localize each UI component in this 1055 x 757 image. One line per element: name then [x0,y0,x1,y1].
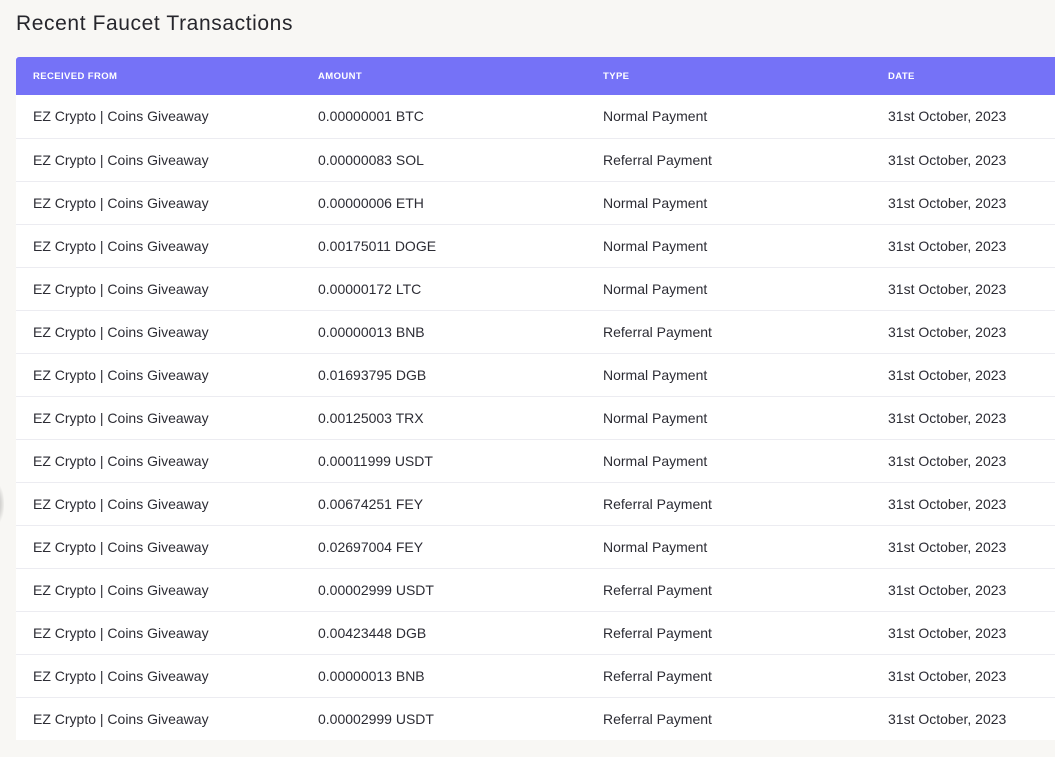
cell-amount: 0.00000013 BNB [318,667,425,684]
cell-type: Normal Payment [603,452,708,469]
cell-date: 31st October, 2023 [888,366,1007,383]
cell-amount: 0.00011999 USDT [318,452,433,469]
cell-received-from: EZ Crypto | Coins Giveaway [33,237,209,254]
cell-date: 31st October, 2023 [888,323,1007,340]
cell-type: Normal Payment [603,409,708,426]
cell-amount: 0.00000001 BTC [318,108,424,125]
cell-received-from: EZ Crypto | Coins Giveaway [33,667,209,684]
cell-date: 31st October, 2023 [888,495,1007,512]
column-header-date: DATE [888,70,915,82]
cell-received-from: EZ Crypto | Coins Giveaway [33,108,209,125]
cell-type: Referral Payment [603,581,712,598]
cell-type: Referral Payment [603,624,712,641]
table-row: EZ Crypto | Coins Giveaway 0.00002999 USD… [16,697,1055,740]
cell-received-from: EZ Crypto | Coins Giveaway [33,280,209,297]
cell-amount: 0.00002999 USDT [318,581,434,598]
table-row: EZ Crypto | Coins Giveaway 0.00000013 BNB… [16,654,1055,697]
table-row: EZ Crypto | Coins Giveaway 0.00002999 USD… [16,568,1055,611]
column-header-amount: AMOUNT [318,70,363,82]
cell-amount: 0.00125003 TRX [318,409,424,426]
cell-date: 31st October, 2023 [888,710,1007,727]
cell-received-from: EZ Crypto | Coins Giveaway [33,538,209,555]
table-row: EZ Crypto | Coins Giveaway 0.00000006 ETH… [16,181,1055,224]
cell-date: 31st October, 2023 [888,538,1007,555]
page-title: Recent Faucet Transactions [16,12,294,35]
cell-type: Referral Payment [603,710,712,727]
table-row: EZ Crypto | Coins Giveaway 0.00175011 DOG… [16,224,1055,267]
cell-date: 31st October, 2023 [888,452,1007,469]
table-row: EZ Crypto | Coins Giveaway 0.00000001 BTC… [16,95,1055,138]
table-row: EZ Crypto | Coins Giveaway 0.00000083 SOL… [16,138,1055,181]
cell-date: 31st October, 2023 [888,280,1007,297]
cell-date: 31st October, 2023 [888,108,1007,125]
cell-amount: 0.00000013 BNB [318,323,425,340]
table-row: EZ Crypto | Coins Giveaway 0.00423448 DGB… [16,611,1055,654]
table-header-row: RECEIVED FROM AMOUNT TYPE DATE [16,57,1055,95]
table-row: EZ Crypto | Coins Giveaway 0.00000172 LTC… [16,267,1055,310]
cell-type: Referral Payment [603,495,712,512]
cell-amount: 0.00002999 USDT [318,710,434,727]
cell-date: 31st October, 2023 [888,581,1007,598]
transactions-table-card: RECEIVED FROM AMOUNT TYPE DATE EZ Crypto… [16,57,1055,740]
cell-received-from: EZ Crypto | Coins Giveaway [33,151,209,168]
cell-type: Referral Payment [603,151,712,168]
cell-amount: 0.01693795 DGB [318,366,427,383]
cell-date: 31st October, 2023 [888,409,1007,426]
cell-amount: 0.00423448 DGB [318,624,427,641]
cell-received-from: EZ Crypto | Coins Giveaway [33,452,209,469]
cell-date: 31st October, 2023 [888,237,1007,254]
cell-received-from: EZ Crypto | Coins Giveaway [33,710,209,727]
cell-received-from: EZ Crypto | Coins Giveaway [33,624,209,641]
cell-type: Referral Payment [603,667,712,684]
cell-received-from: EZ Crypto | Coins Giveaway [33,581,209,598]
cell-type: Referral Payment [603,323,712,340]
table-row: EZ Crypto | Coins Giveaway 0.00125003 TRX… [16,396,1055,439]
table-row: EZ Crypto | Coins Giveaway 0.00674251 FEY… [16,482,1055,525]
cell-amount: 0.02697004 FEY [318,538,424,555]
cell-received-from: EZ Crypto | Coins Giveaway [33,366,209,383]
cell-date: 31st October, 2023 [888,194,1007,211]
cell-date: 31st October, 2023 [888,624,1007,641]
table-row: EZ Crypto | Coins Giveaway 0.02697004 FEY… [16,525,1055,568]
cell-type: Normal Payment [603,538,708,555]
cell-type: Normal Payment [603,194,708,211]
table-row: EZ Crypto | Coins Giveaway 0.01693795 DGB… [16,353,1055,396]
cell-received-from: EZ Crypto | Coins Giveaway [33,194,209,211]
page: Recent Faucet Transactions RECEIVED FROM… [0,0,1055,757]
column-header-received-from: RECEIVED FROM [33,70,118,82]
cell-date: 31st October, 2023 [888,151,1007,168]
cell-received-from: EZ Crypto | Coins Giveaway [33,409,209,426]
cell-amount: 0.00000083 SOL [318,151,424,168]
column-header-type: TYPE [603,70,630,82]
table-body: EZ Crypto | Coins Giveaway 0.00000001 BTC… [16,95,1055,740]
table-row: EZ Crypto | Coins Giveaway 0.00011999 USD… [16,439,1055,482]
cell-type: Normal Payment [603,280,708,297]
cell-amount: 0.00175011 DOGE [318,237,437,254]
cell-received-from: EZ Crypto | Coins Giveaway [33,495,209,512]
table-row: EZ Crypto | Coins Giveaway 0.00000013 BNB… [16,310,1055,353]
cell-date: 31st October, 2023 [888,667,1007,684]
cell-type: Normal Payment [603,366,708,383]
cell-type: Normal Payment [603,108,708,125]
cell-amount: 0.00674251 FEY [318,495,424,512]
edge-shadow [0,478,4,530]
cell-amount: 0.00000172 LTC [318,280,422,297]
cell-type: Normal Payment [603,237,708,254]
transactions-table: RECEIVED FROM AMOUNT TYPE DATE EZ Crypto… [16,57,1055,740]
cell-amount: 0.00000006 ETH [318,194,424,211]
cell-received-from: EZ Crypto | Coins Giveaway [33,323,209,340]
table-header: RECEIVED FROM AMOUNT TYPE DATE [16,57,1055,95]
